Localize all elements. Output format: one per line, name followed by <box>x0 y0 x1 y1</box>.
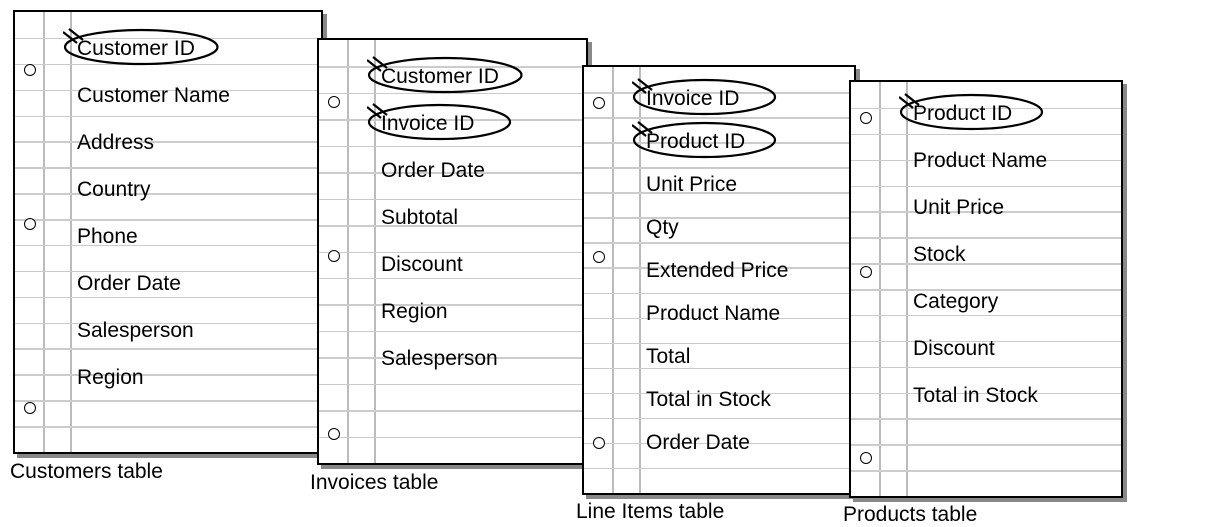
rule-line <box>584 117 854 119</box>
rule-line <box>319 93 586 95</box>
field-label: Extended Price <box>646 259 788 283</box>
punch-hole-icon <box>328 428 340 440</box>
rule-line <box>319 146 586 148</box>
field-label: Product ID <box>913 102 1012 126</box>
table-caption: Customers table <box>10 460 163 484</box>
field-label: Unit Price <box>913 196 1004 220</box>
table-card-lineitems: Invoice ID Product ID Unit Price Qty Extende… <box>582 65 856 495</box>
rule-line <box>15 400 321 402</box>
field-label: Country <box>77 178 151 202</box>
rule-line <box>319 384 586 386</box>
table-caption: Line Items table <box>576 500 724 524</box>
field-label: Order Date <box>646 431 750 455</box>
rule-line <box>15 167 321 169</box>
rule-line <box>851 367 1121 369</box>
rule-line <box>851 186 1121 188</box>
field-label: Total <box>646 345 690 369</box>
punch-hole-icon <box>593 97 605 109</box>
field-label: Invoice ID <box>381 112 474 136</box>
table-caption: Invoices table <box>310 471 438 495</box>
rule-line <box>15 219 321 221</box>
rule-line <box>851 418 1121 420</box>
diagram-stage: Customer ID Customer Name Address Country Ph… <box>10 10 1210 520</box>
field-label: Discount <box>381 253 463 277</box>
rule-line <box>319 331 586 333</box>
field-label: Region <box>77 366 144 390</box>
field-label: Customer ID <box>381 65 499 89</box>
rule-line <box>851 134 1121 136</box>
field-label: Discount <box>913 337 995 361</box>
rule-line <box>15 297 321 299</box>
rule-line <box>584 368 854 370</box>
rule-line <box>319 410 586 412</box>
rule-line <box>15 348 321 350</box>
field-label: Order Date <box>77 272 181 296</box>
field-label: Phone <box>77 225 138 249</box>
field-label: Salesperson <box>77 319 194 343</box>
rule-line <box>851 263 1121 265</box>
punch-hole-icon <box>24 64 36 76</box>
rule-line <box>851 237 1121 239</box>
punch-hole-icon <box>593 437 605 449</box>
field-label: Customer ID <box>77 37 195 61</box>
rule-line <box>15 245 321 247</box>
field-label: Product ID <box>646 130 745 154</box>
rule-line <box>319 304 586 306</box>
table-card-customers: Customer ID Customer Name Address Country Ph… <box>13 10 323 454</box>
ruled-lines <box>319 40 586 463</box>
field-label: Subtotal <box>381 206 458 230</box>
field-label: Salesperson <box>381 347 498 371</box>
field-label: Customer Name <box>77 84 230 108</box>
rule-line <box>15 141 321 143</box>
rule-line <box>319 199 586 201</box>
punch-hole-icon <box>24 402 36 414</box>
field-label: Stock <box>913 243 966 267</box>
rule-line <box>15 374 321 376</box>
field-label: Product Name <box>646 302 780 326</box>
rule-line <box>584 468 854 470</box>
rule-line <box>584 293 854 295</box>
field-label: Total in Stock <box>913 384 1038 408</box>
ruled-lines <box>15 12 321 452</box>
rule-line <box>15 426 321 428</box>
ruled-lines <box>851 82 1121 496</box>
punch-hole-icon <box>593 251 605 263</box>
punch-hole-icon <box>860 452 872 464</box>
rule-line <box>584 217 854 219</box>
punch-hole-icon <box>24 218 36 230</box>
rule-line <box>584 343 854 345</box>
field-label: Address <box>77 131 154 155</box>
table-caption: Products table <box>843 503 977 527</box>
rule-line <box>584 242 854 244</box>
table-card-products: Product ID Product Name Unit Price Stock Cat… <box>849 80 1123 498</box>
rule-line <box>15 64 321 66</box>
field-label: Total in Stock <box>646 388 771 412</box>
field-label: Category <box>913 290 998 314</box>
field-label: Order Date <box>381 159 485 183</box>
rule-line <box>851 470 1121 472</box>
rule-line <box>584 418 854 420</box>
field-label: Qty <box>646 216 679 240</box>
rule-line <box>851 444 1121 446</box>
field-label: Invoice ID <box>646 87 739 111</box>
punch-hole-icon <box>328 96 340 108</box>
punch-hole-icon <box>860 266 872 278</box>
rule-line <box>584 167 854 169</box>
table-card-invoices: Customer ID Invoice ID Order Date Subtotal D… <box>317 38 588 465</box>
punch-hole-icon <box>860 112 872 124</box>
rule-line <box>319 278 586 280</box>
field-label: Product Name <box>913 149 1047 173</box>
field-label: Region <box>381 300 448 324</box>
field-label: Unit Price <box>646 173 737 197</box>
rule-line <box>319 437 586 439</box>
rule-line <box>15 193 321 195</box>
punch-hole-icon <box>328 250 340 262</box>
rule-line <box>15 116 321 118</box>
rule-line <box>851 315 1121 317</box>
